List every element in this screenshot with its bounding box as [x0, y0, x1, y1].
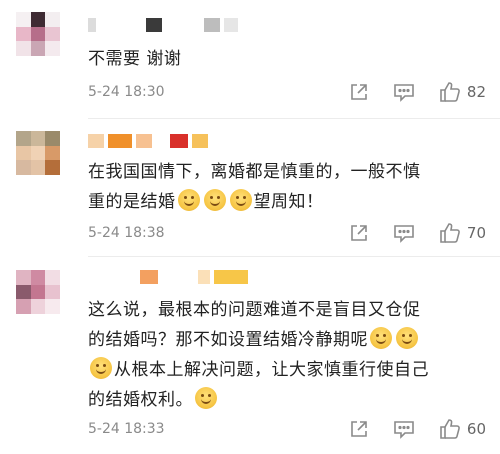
comment-text-line: 重的是结婚 望周知！	[88, 187, 488, 217]
reply-button[interactable]	[393, 419, 415, 439]
smile-emoji-icon	[370, 327, 392, 349]
smile-emoji-icon	[195, 387, 217, 409]
share-button[interactable]	[349, 223, 369, 243]
like-button[interactable]: 82	[439, 81, 486, 103]
share-button[interactable]	[349, 82, 369, 102]
comment-text-segment: 重的是结婚	[88, 192, 176, 212]
comment-text-line: 的结婚权利。	[88, 385, 488, 415]
smile-emoji-icon	[229, 189, 252, 211]
username-blurred[interactable]	[88, 18, 242, 32]
comment-meta: 5-24 18:33 60	[88, 418, 486, 440]
like-count: 60	[466, 420, 486, 438]
comment-icon	[394, 421, 414, 439]
username-blurred[interactable]	[88, 270, 252, 284]
comment-text-segment: 望周知！	[253, 192, 324, 212]
divider	[88, 256, 500, 257]
smile-emoji-icon	[203, 189, 226, 211]
smile-emoji-icon	[90, 357, 112, 379]
like-count: 70	[466, 224, 486, 242]
comment-text-segment: 的结婚吗？那不如设置结婚冷静期呢	[88, 330, 368, 350]
comment-text-line: 不需要 谢谢	[88, 49, 182, 69]
comment-text: 这么说，最根本的问题难道不是盲目又仓促 的结婚吗？那不如设置结婚冷静期呢 从根本…	[88, 295, 488, 415]
share-icon	[351, 421, 367, 437]
thumbs-up-icon	[440, 419, 460, 439]
comment-icon	[394, 225, 414, 243]
comment-text-segment: 从根本上解决问题，让大家慎重行使自己	[114, 360, 429, 380]
avatar[interactable]	[16, 131, 60, 175]
comment-time: 5-24 18:30	[88, 84, 165, 100]
divider	[88, 118, 500, 119]
comment-text-line: 从根本上解决问题，让大家慎重行使自己	[88, 355, 488, 385]
comment-icon	[394, 84, 414, 102]
like-count: 82	[466, 83, 486, 101]
thumbs-up-icon	[440, 223, 460, 243]
avatar[interactable]	[16, 270, 60, 314]
comment-time: 5-24 18:33	[88, 421, 165, 437]
comment-time: 5-24 18:38	[88, 225, 165, 241]
comment-meta: 5-24 18:30 82	[88, 81, 486, 103]
smile-emoji-icon	[396, 327, 418, 349]
comment-text-line: 在我国国情下，离婚都是慎重的，一般不慎	[88, 162, 421, 182]
reply-button[interactable]	[393, 223, 415, 243]
comment-text-line: 这么说，最根本的问题难道不是盲目又仓促	[88, 300, 421, 320]
avatar[interactable]	[16, 12, 60, 56]
smile-emoji-icon	[177, 189, 200, 211]
comment-text-segment: 的结婚权利。	[88, 390, 193, 410]
username-blurred[interactable]	[88, 134, 212, 148]
comment-text-line: 的结婚吗？那不如设置结婚冷静期呢	[88, 325, 488, 355]
share-button[interactable]	[349, 419, 369, 439]
like-button[interactable]: 60	[439, 418, 486, 440]
like-button[interactable]: 70	[439, 222, 486, 244]
share-icon	[351, 225, 367, 241]
comment-text: 在我国国情下，离婚都是慎重的，一般不慎 重的是结婚 望周知！	[88, 157, 488, 217]
thumbs-up-icon	[440, 82, 460, 102]
reply-button[interactable]	[393, 82, 415, 102]
comment-meta: 5-24 18:38 70	[88, 222, 486, 244]
share-icon	[351, 84, 367, 100]
comment-text: 不需要 谢谢	[88, 44, 488, 74]
